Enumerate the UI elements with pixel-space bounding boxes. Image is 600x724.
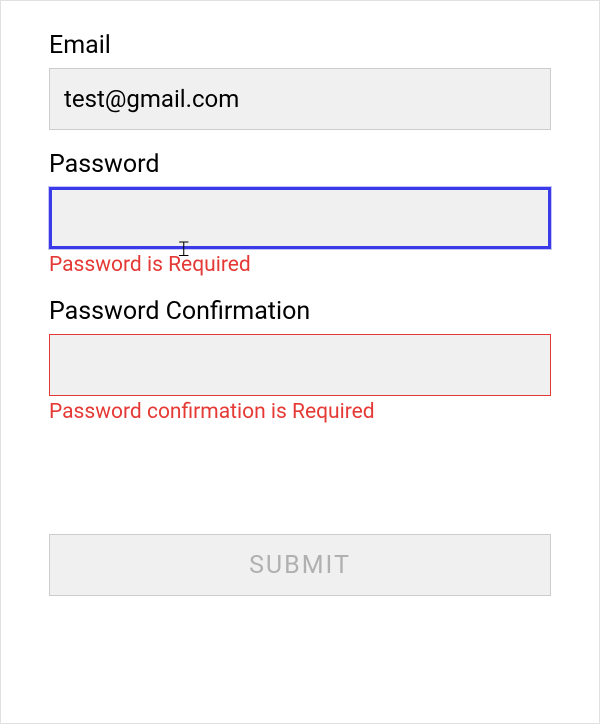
submit-button[interactable]: SUBMIT bbox=[49, 534, 551, 596]
email-field-group: Email bbox=[49, 31, 551, 130]
password-confirmation-label: Password Confirmation bbox=[49, 297, 551, 326]
email-label: Email bbox=[49, 31, 551, 60]
password-input[interactable] bbox=[49, 187, 551, 249]
password-field-group: Password Password is Required bbox=[49, 150, 551, 277]
password-confirmation-field-group: Password Confirmation Password confirmat… bbox=[49, 297, 551, 424]
email-input[interactable] bbox=[49, 68, 551, 130]
password-label: Password bbox=[49, 150, 551, 179]
password-error-text: Password is Required bbox=[49, 253, 551, 277]
password-confirmation-error-text: Password confirmation is Required bbox=[49, 400, 551, 424]
password-confirmation-input[interactable] bbox=[49, 334, 551, 396]
